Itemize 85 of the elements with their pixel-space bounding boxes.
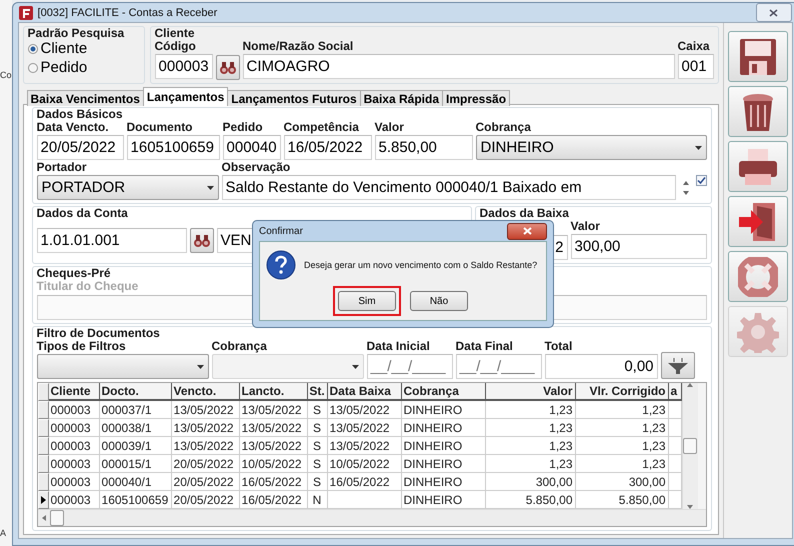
table-cell: 13/05/2022 xyxy=(328,437,402,455)
table-cell: 13/05/2022 xyxy=(240,401,308,419)
radio-label: Cliente xyxy=(40,40,88,58)
table-cell: 000003 xyxy=(48,401,100,419)
table-cell: 16/05/2022 xyxy=(240,473,308,491)
table-cell: 20/05/2022 xyxy=(172,455,240,473)
background-text: Co xyxy=(0,70,12,80)
field-label: Código xyxy=(154,39,196,53)
table-cell: 1,23 xyxy=(486,401,576,419)
dialog-message: Deseja gerar um novo vencimento com o Saldo Restante? xyxy=(304,260,538,270)
table-cell: 000039/1 xyxy=(100,437,172,455)
table-cell: 300,00 xyxy=(576,473,669,491)
table-cell: N xyxy=(308,491,328,509)
table-cell: 20/05/2022 xyxy=(172,491,240,509)
table-cell: 000003 xyxy=(48,437,100,455)
background-text: A xyxy=(0,528,6,538)
field-label: Documento xyxy=(126,120,193,134)
dialog-title: Confirmar xyxy=(259,226,303,236)
table-cell: 300,00 xyxy=(486,473,576,491)
field-label: Valor xyxy=(570,219,600,233)
table-cell: 1,23 xyxy=(486,437,576,455)
field-label: Observação xyxy=(222,160,290,174)
table-cell: 13/05/2022 xyxy=(328,419,402,437)
table-cell: S xyxy=(308,455,328,473)
field-label: Titular do Cheque xyxy=(36,279,138,293)
table-cell: 16/05/2022 xyxy=(240,491,308,509)
field-label: Data Final xyxy=(456,339,513,353)
group-title: Dados Básicos xyxy=(36,108,123,120)
field-label: Portador xyxy=(36,160,87,174)
table-cell: 000038/1 xyxy=(100,419,172,437)
table-cell: 1,23 xyxy=(576,437,669,455)
table-cell: 13/05/2022 xyxy=(172,437,240,455)
table-cell: 1,23 xyxy=(576,455,669,473)
field-label: Cobrança xyxy=(476,120,531,134)
table-cell: 1,23 xyxy=(576,401,669,419)
table-cell: 16/05/2022 xyxy=(328,473,402,491)
table-cell: 000040/1 xyxy=(100,473,172,491)
field-label: Tipos de Filtros xyxy=(36,339,126,353)
group-title: Dados da Conta xyxy=(36,207,128,219)
field-label: Competência xyxy=(284,120,359,134)
table-cell: 1,23 xyxy=(576,419,669,437)
field-label: Total xyxy=(544,339,572,353)
table-cell: DINHEIRO xyxy=(402,437,486,455)
table-cell: DINHEIRO xyxy=(402,473,486,491)
group-title: Padrão Pesquisa xyxy=(28,27,124,39)
table-cell: DINHEIRO xyxy=(402,455,486,473)
group-title: Cheques-Pré xyxy=(36,267,111,279)
table-cell: 13/05/2022 xyxy=(240,419,308,437)
table-cell: 000003 xyxy=(48,473,100,491)
table-cell: 13/05/2022 xyxy=(172,401,240,419)
group-title: Cliente xyxy=(154,27,195,39)
table-cell: 000003 xyxy=(48,491,100,509)
field-label: Cobrança xyxy=(212,339,267,353)
table-cell: DINHEIRO xyxy=(402,401,486,419)
table-cell: 13/05/2022 xyxy=(172,419,240,437)
group-title: Dados da Baixa xyxy=(480,207,569,219)
table-cell: 13/05/2022 xyxy=(240,437,308,455)
table-cell: 000015/1 xyxy=(100,455,172,473)
table-cell: S xyxy=(308,419,328,437)
field-label: Data Inicial xyxy=(366,339,430,353)
group-title: Filtro de Documentos xyxy=(36,327,160,339)
table-cell: 10/05/2022 xyxy=(240,455,308,473)
table-cell: DINHEIRO xyxy=(402,491,486,509)
table-cell: DINHEIRO xyxy=(402,419,486,437)
table-cell: 1605100659 xyxy=(100,491,172,509)
table-cell: 5.850,00 xyxy=(486,491,576,509)
table-cell: 5.850,00 xyxy=(576,491,669,509)
field-label: Nome/Razão Social xyxy=(242,39,354,53)
field-label: Data Vencto. xyxy=(36,120,109,134)
field-label: Pedido xyxy=(222,120,263,134)
table-cell: 000003 xyxy=(48,419,100,437)
table-cell: 10/05/2022 xyxy=(328,455,402,473)
table-cell: S xyxy=(308,437,328,455)
table-cell: 13/05/2022 xyxy=(328,401,402,419)
table-cell: 20/05/2022 xyxy=(172,473,240,491)
field-label: Caixa xyxy=(678,39,710,53)
radio-label: Pedido xyxy=(40,58,88,77)
window-title: [0032] FACILITE - Contas a Receber xyxy=(38,6,218,18)
table-cell: S xyxy=(308,401,328,419)
table-cell: 000037/1 xyxy=(100,401,172,419)
table-cell: 1,23 xyxy=(486,455,576,473)
table-cell: 000003 xyxy=(48,455,100,473)
field-label: Valor xyxy=(374,120,404,134)
table-cell: 1,23 xyxy=(486,419,576,437)
table-cell: S xyxy=(308,473,328,491)
